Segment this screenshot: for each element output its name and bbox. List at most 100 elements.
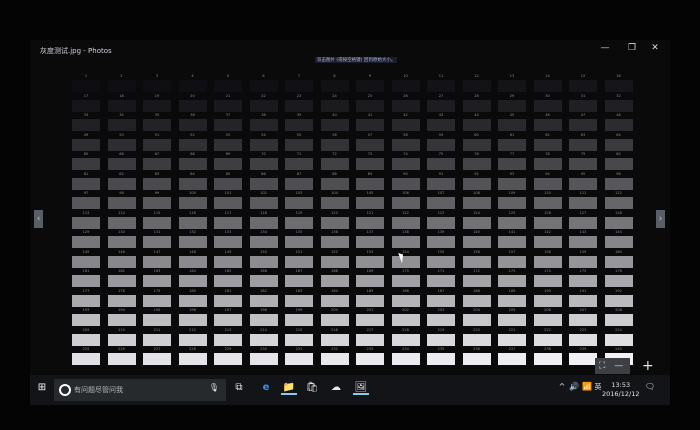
swatch-fill	[427, 80, 455, 92]
swatch-label: 214	[260, 327, 267, 332]
next-arrow-button[interactable]: ›	[656, 210, 665, 228]
swatch-label: 45	[509, 113, 515, 117]
swatch-fill	[462, 353, 491, 365]
edge-button[interactable]: e	[258, 382, 274, 393]
gray-swatch: 99	[141, 190, 173, 210]
swatch-label: 12	[474, 74, 479, 78]
swatch-fill	[498, 353, 526, 365]
microphone-icon[interactable]: 🎙	[206, 383, 222, 392]
cortana-search-box[interactable]: 有问题尽管问我 🎙	[54, 379, 226, 401]
app-button[interactable]: ☁	[328, 382, 344, 393]
swatch-fill	[604, 255, 633, 268]
gray-swatch: 12	[461, 73, 493, 93]
gray-swatch: 67	[141, 151, 173, 171]
gray-swatch: 23	[283, 93, 315, 113]
gray-swatch: 92	[461, 171, 493, 191]
swatch-label: 64	[616, 132, 621, 137]
swatch-label: 38	[261, 113, 266, 117]
swatch-label: 217	[366, 327, 374, 332]
gray-swatch: 89	[354, 171, 386, 191]
swatch-fill	[569, 314, 597, 326]
gray-swatch: 141	[496, 229, 528, 249]
swatch-label: 6	[262, 74, 265, 78]
photos-window: 灰度测试.jpg - Photos — ❐ ✕ 双击图片 (或按空格键) 回到原…	[30, 40, 670, 375]
maximize-button[interactable]: ❐	[624, 43, 640, 53]
gray-swatch: 175	[567, 268, 599, 288]
gray-swatch: 44	[461, 112, 493, 132]
gray-swatch: 24	[319, 93, 351, 113]
swatch-label: 112	[615, 191, 622, 195]
gray-swatch: 219	[425, 327, 457, 347]
gray-swatch: 73	[354, 151, 386, 171]
swatch-fill	[533, 197, 562, 209]
gray-swatch: 166	[248, 268, 280, 288]
gray-swatch: 41	[354, 112, 386, 132]
swatch-label: 88	[332, 171, 337, 176]
swatch-fill	[214, 138, 242, 151]
swatch-fill	[498, 255, 526, 268]
gray-swatch: 82	[106, 171, 138, 191]
search-placeholder: 有问题尽管问我	[74, 386, 123, 394]
swatch-fill	[604, 119, 633, 131]
minimize-button[interactable]: —	[597, 43, 613, 53]
swatch-label: 68	[190, 152, 195, 156]
fit-icon[interactable]: ⛶	[599, 361, 605, 371]
swatch-fill	[604, 275, 633, 287]
gray-swatch: 87	[283, 171, 315, 191]
swatch-label: 82	[119, 171, 124, 176]
gray-swatch: 51	[141, 132, 173, 152]
swatch-label: 160	[615, 249, 622, 254]
start-button[interactable]: ⊞	[34, 382, 50, 393]
swatch-fill	[178, 119, 207, 131]
swatch-label: 154	[402, 249, 409, 254]
clock[interactable]: 13:53 2016/12/12	[602, 381, 639, 399]
gray-swatch: 116	[177, 210, 209, 230]
swatch-fill	[285, 314, 313, 326]
action-center-button[interactable]: 🗨	[642, 382, 658, 391]
gray-swatch: 186	[390, 288, 422, 308]
gray-swatch: 143	[567, 229, 599, 249]
swatch-fill	[214, 177, 242, 190]
swatch-fill	[391, 99, 420, 112]
swatch-fill	[320, 216, 349, 229]
swatch-fill	[285, 80, 313, 92]
swatch-label: 222	[544, 327, 551, 332]
swatch-fill	[249, 119, 278, 131]
gray-swatch: 60	[461, 132, 493, 152]
swatch-label: 180	[189, 288, 196, 293]
gray-swatch: 169	[354, 268, 386, 288]
swatch-label: 77	[509, 152, 515, 156]
zoom-out-button[interactable]: —	[614, 361, 623, 371]
gray-swatch: 185	[354, 288, 386, 308]
swatch-label: 118	[260, 210, 267, 215]
swatch-label: 187	[437, 288, 445, 293]
gray-swatch: 184	[319, 288, 351, 308]
file-explorer-button[interactable]: 📁	[281, 382, 297, 395]
store-button[interactable]: 🛍	[304, 382, 320, 393]
swatch-fill	[391, 294, 420, 307]
swatch-label: 229	[224, 347, 232, 351]
swatch-fill	[143, 177, 171, 190]
task-view-button[interactable]: ⧉	[231, 382, 247, 393]
close-button[interactable]: ✕	[647, 43, 663, 53]
gray-swatch: 128	[603, 210, 635, 230]
gray-swatch: 149	[212, 249, 244, 269]
gray-swatch: 165	[212, 268, 244, 288]
gray-swatch: 146	[106, 249, 138, 269]
swatch-fill	[533, 158, 562, 170]
swatch-fill	[320, 236, 349, 248]
gray-swatch: 125	[496, 210, 528, 230]
zoom-in-button[interactable]: +	[642, 358, 654, 374]
swatch-fill	[391, 216, 420, 229]
swatch-label: 83	[154, 171, 160, 176]
gray-swatch: 101	[212, 190, 244, 210]
photos-button[interactable]: 🖼	[353, 382, 369, 395]
gray-swatch: 218	[390, 327, 422, 347]
previous-arrow-button[interactable]: ‹	[34, 210, 43, 228]
time: 13:53	[611, 381, 631, 389]
swatch-label: 167	[295, 269, 303, 273]
swatch-fill	[285, 177, 313, 190]
gray-swatch: 158	[532, 249, 564, 269]
swatch-fill	[427, 138, 455, 151]
swatch-label: 120	[331, 210, 338, 215]
